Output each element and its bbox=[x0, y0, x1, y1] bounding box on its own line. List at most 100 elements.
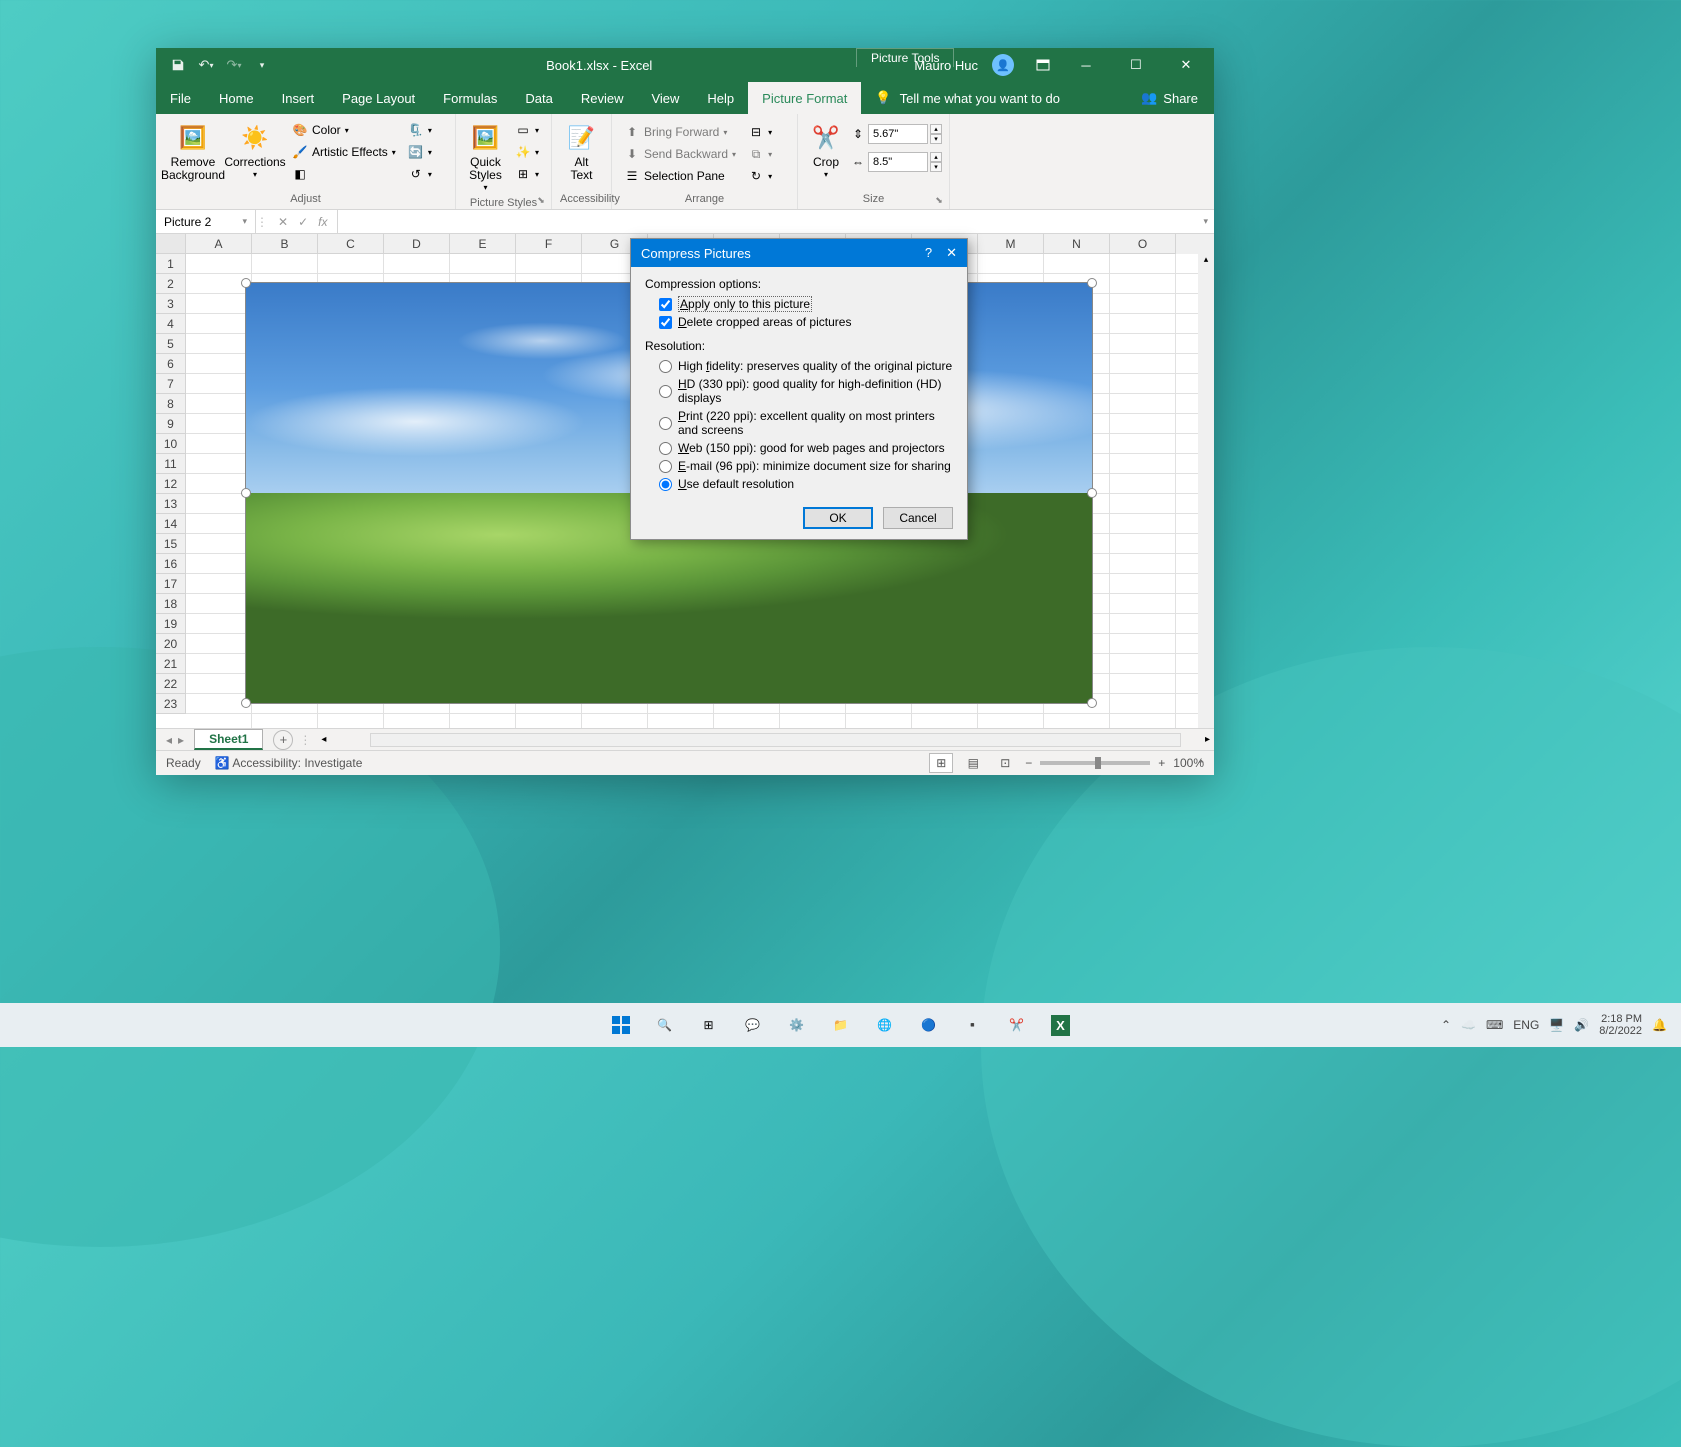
web-radio[interactable] bbox=[659, 442, 672, 455]
print-radio[interactable] bbox=[659, 417, 672, 430]
row-header[interactable]: 4 bbox=[156, 314, 186, 334]
row-header[interactable]: 23 bbox=[156, 694, 186, 714]
name-box[interactable]: Picture 2▾ bbox=[156, 210, 256, 233]
corrections-button[interactable]: ☀️Corrections▾ bbox=[226, 118, 284, 184]
dialog-help-icon[interactable]: ? bbox=[925, 245, 932, 261]
hd-radio[interactable] bbox=[659, 385, 672, 398]
width-field[interactable]: ⇔▴▾ bbox=[850, 152, 942, 172]
remove-background-button[interactable]: 🖼️Remove Background bbox=[164, 118, 222, 186]
zoom-out-icon[interactable]: − bbox=[1025, 756, 1032, 770]
tab-data[interactable]: Data bbox=[511, 82, 566, 114]
col-header[interactable]: A bbox=[186, 234, 252, 254]
col-header[interactable]: B bbox=[252, 234, 318, 254]
tab-review[interactable]: Review bbox=[567, 82, 638, 114]
row-header[interactable]: 7 bbox=[156, 374, 186, 394]
save-icon[interactable] bbox=[168, 55, 188, 75]
height-spinner[interactable]: ▴▾ bbox=[930, 124, 942, 144]
horizontal-scrollbar[interactable] bbox=[370, 733, 1181, 747]
next-sheet-icon[interactable]: ▸ bbox=[178, 733, 184, 747]
row-header[interactable]: 12 bbox=[156, 474, 186, 494]
col-header[interactable]: E bbox=[450, 234, 516, 254]
fx-icon[interactable]: fx bbox=[318, 215, 327, 229]
network-icon[interactable]: 🖥️ bbox=[1549, 1018, 1564, 1032]
cancel-button[interactable]: Cancel bbox=[883, 507, 953, 529]
maximize-button[interactable]: ☐ bbox=[1114, 50, 1158, 80]
row-header[interactable]: 13 bbox=[156, 494, 186, 514]
prev-sheet-icon[interactable]: ◂ bbox=[166, 733, 172, 747]
hscroll-right-icon[interactable]: ▸ bbox=[1201, 734, 1214, 745]
col-header[interactable]: N bbox=[1044, 234, 1110, 254]
group-button[interactable]: ⧉▾ bbox=[744, 144, 776, 164]
redo-icon[interactable]: ↷▾ bbox=[224, 55, 244, 75]
tab-nav[interactable]: ◂▸ bbox=[156, 733, 194, 747]
collapse-ribbon-icon[interactable]: ⌃ bbox=[1197, 758, 1206, 771]
col-header[interactable]: C bbox=[318, 234, 384, 254]
volume-icon[interactable]: 🔊 bbox=[1574, 1018, 1589, 1032]
height-field[interactable]: ⇕▴▾ bbox=[850, 124, 942, 144]
tab-formulas[interactable]: Formulas bbox=[429, 82, 511, 114]
picture-border-button[interactable]: ▭▾ bbox=[511, 120, 543, 140]
settings-app-icon[interactable]: ⚙️ bbox=[778, 1006, 816, 1044]
page-layout-view-icon[interactable]: ▤ bbox=[961, 753, 985, 773]
dialog-titlebar[interactable]: Compress Pictures ? ✕ bbox=[631, 239, 967, 267]
delete-cropped-label[interactable]: Delete cropped areas of pictures bbox=[678, 315, 851, 329]
row-header[interactable]: 6 bbox=[156, 354, 186, 374]
resize-handle[interactable] bbox=[1087, 488, 1097, 498]
zoom-slider[interactable] bbox=[1040, 761, 1150, 765]
hscroll-left-icon[interactable]: ◂ bbox=[317, 734, 330, 745]
keyboard-icon[interactable]: ⌨ bbox=[1486, 1018, 1503, 1032]
dialog-close-icon[interactable]: ✕ bbox=[946, 245, 957, 261]
file-explorer-icon[interactable]: 📁 bbox=[822, 1006, 860, 1044]
onedrive-icon[interactable]: ☁️ bbox=[1461, 1018, 1476, 1032]
high-fidelity-label[interactable]: High fidelity: preserves quality of the … bbox=[678, 359, 952, 373]
edge-icon[interactable]: 🌐 bbox=[866, 1006, 904, 1044]
notifications-icon[interactable]: 🔔 bbox=[1652, 1018, 1667, 1032]
rotate-button[interactable]: ↻▾ bbox=[744, 166, 776, 186]
minimize-button[interactable]: ─ bbox=[1064, 50, 1108, 80]
sheet-tab-active[interactable]: Sheet1 bbox=[194, 729, 263, 750]
col-header[interactable]: O bbox=[1110, 234, 1176, 254]
tab-insert[interactable]: Insert bbox=[268, 82, 329, 114]
transparency-button[interactable]: ◧ bbox=[288, 164, 400, 184]
tell-me-search[interactable]: 💡 Tell me what you want to do bbox=[861, 82, 1125, 114]
picture-layout-button[interactable]: ⊞▾ bbox=[511, 164, 543, 184]
hd-label[interactable]: HD (330 ppi): good quality for high-defi… bbox=[678, 377, 953, 405]
page-break-view-icon[interactable]: ⊡ bbox=[993, 753, 1017, 773]
row-header[interactable]: 1 bbox=[156, 254, 186, 274]
resize-handle[interactable] bbox=[1087, 278, 1097, 288]
resize-handle[interactable] bbox=[1087, 698, 1097, 708]
artistic-effects-button[interactable]: 🖌️Artistic Effects ▾ bbox=[288, 142, 400, 162]
compress-pictures-button[interactable]: 🗜️▾ bbox=[404, 120, 436, 140]
close-button[interactable]: ✕ bbox=[1164, 50, 1208, 80]
enter-formula-icon[interactable]: ✓ bbox=[298, 215, 308, 229]
task-view-icon[interactable]: ⊞ bbox=[690, 1006, 728, 1044]
ribbon-display-icon[interactable] bbox=[1028, 50, 1058, 80]
ok-button[interactable]: OK bbox=[803, 507, 873, 529]
search-icon[interactable]: 🔍 bbox=[646, 1006, 684, 1044]
send-backward-button[interactable]: ⬇Send Backward ▾ bbox=[620, 144, 740, 164]
apply-only-label[interactable]: AApply only to this picturepply only to … bbox=[678, 297, 812, 311]
crop-button[interactable]: ✂️Crop▾ bbox=[806, 118, 846, 184]
width-input[interactable] bbox=[868, 152, 928, 172]
apply-only-checkbox[interactable] bbox=[659, 298, 672, 311]
print-label[interactable]: Print (220 ppi): excellent quality on mo… bbox=[678, 409, 953, 437]
chat-icon[interactable]: 💬 bbox=[734, 1006, 772, 1044]
default-res-label[interactable]: Use default resolution bbox=[678, 477, 794, 491]
high-fidelity-radio[interactable] bbox=[659, 360, 672, 373]
col-header[interactable]: D bbox=[384, 234, 450, 254]
row-header[interactable]: 5 bbox=[156, 334, 186, 354]
tab-help[interactable]: Help bbox=[693, 82, 748, 114]
selection-pane-button[interactable]: ☰Selection Pane bbox=[620, 166, 740, 186]
tab-view[interactable]: View bbox=[637, 82, 693, 114]
tray-chevron-icon[interactable]: ⌃ bbox=[1441, 1018, 1451, 1032]
share-button[interactable]: 👥 Share bbox=[1125, 82, 1214, 114]
picture-effects-button[interactable]: ✨▾ bbox=[511, 142, 543, 162]
web-label[interactable]: Web (150 ppi): good for web pages and pr… bbox=[678, 441, 945, 455]
row-header[interactable]: 20 bbox=[156, 634, 186, 654]
expand-formula-icon[interactable]: ▾ bbox=[1197, 216, 1214, 227]
row-header[interactable]: 22 bbox=[156, 674, 186, 694]
resize-handle[interactable] bbox=[241, 278, 251, 288]
row-header[interactable]: 19 bbox=[156, 614, 186, 634]
color-button[interactable]: 🎨Color ▾ bbox=[288, 120, 400, 140]
row-header[interactable]: 3 bbox=[156, 294, 186, 314]
